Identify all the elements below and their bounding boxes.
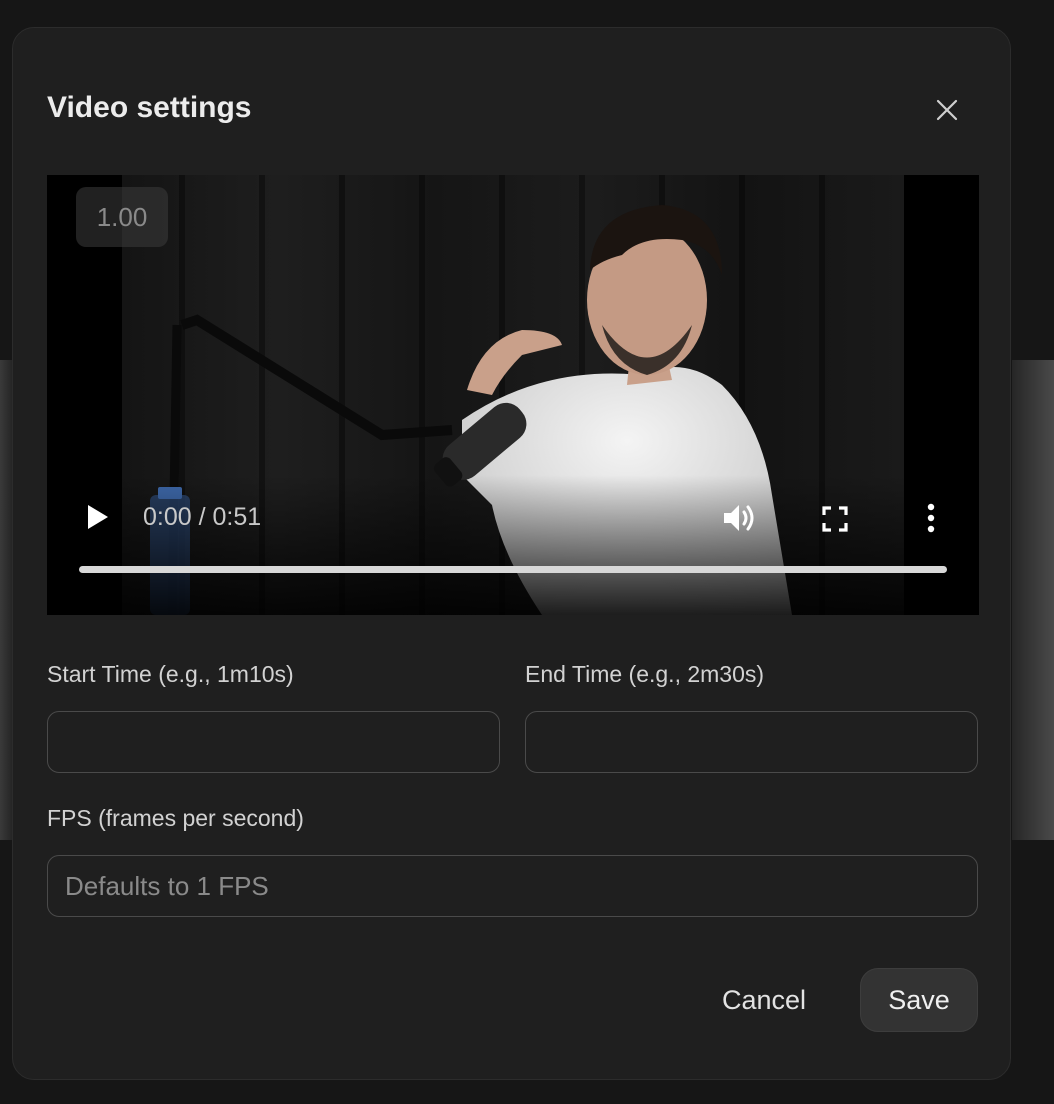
play-button[interactable] [83, 503, 111, 531]
start-time-input[interactable] [47, 711, 500, 773]
backdrop-content-right [1012, 360, 1054, 840]
save-button[interactable]: Save [860, 968, 978, 1032]
end-time-input[interactable] [525, 711, 978, 773]
end-time-label: End Time (e.g., 2m30s) [525, 661, 765, 687]
time-display: 0:00 / 0:51 [143, 503, 262, 531]
controls-overlay [47, 475, 979, 615]
playback-speed-badge[interactable]: 1.00 [76, 187, 168, 247]
video-progress-bar[interactable] [79, 566, 947, 573]
cancel-button[interactable]: Cancel [703, 968, 825, 1032]
more-options-button[interactable] [921, 501, 941, 535]
video-settings-dialog: Video settings 1.00 0:00 / 0:51 Start Ti… [12, 27, 1011, 1080]
video-player[interactable]: 1.00 0:00 / 0:51 [47, 175, 979, 615]
close-icon [936, 99, 958, 121]
fullscreen-icon [822, 506, 848, 532]
fps-input[interactable] [47, 855, 978, 917]
volume-button[interactable] [721, 501, 757, 535]
close-button[interactable] [927, 90, 967, 130]
more-vertical-icon [927, 503, 935, 533]
play-icon [88, 505, 108, 529]
dialog-title: Video settings [47, 91, 252, 124]
volume-icon [724, 505, 754, 531]
fps-label: FPS (frames per second) [47, 805, 304, 831]
start-time-label: Start Time (e.g., 1m10s) [47, 661, 294, 687]
fullscreen-button[interactable] [821, 505, 849, 533]
playback-speed-value: 1.00 [96, 201, 148, 232]
